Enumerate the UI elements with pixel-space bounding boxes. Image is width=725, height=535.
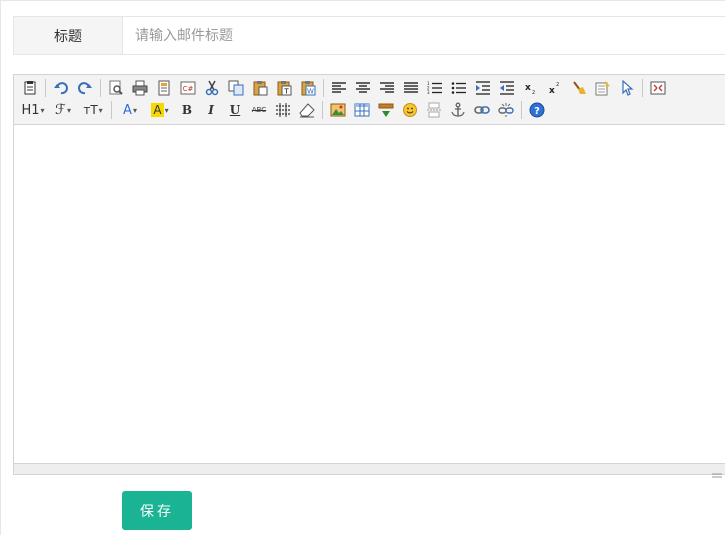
insert-table-icon[interactable] <box>352 100 372 120</box>
strikethrough-button[interactable]: ABC <box>249 100 269 120</box>
underline-button[interactable]: U <box>225 100 245 120</box>
superscript-icon[interactable]: x2 <box>545 78 565 98</box>
svg-text:x: x <box>549 86 555 96</box>
redo-icon[interactable] <box>75 78 95 98</box>
svg-text:?: ? <box>534 106 540 117</box>
link-icon[interactable] <box>472 100 492 120</box>
toolbar-separator <box>642 79 643 97</box>
toolbar-separator <box>111 101 112 119</box>
page-break-icon[interactable] <box>424 100 444 120</box>
bold-label: B <box>181 103 193 117</box>
preview-icon[interactable] <box>106 78 126 98</box>
source-icon[interactable] <box>20 78 40 98</box>
italic-label: I <box>208 103 214 117</box>
title-input[interactable] <box>123 17 725 54</box>
save-button[interactable]: 保存 <box>122 491 192 530</box>
print-icon[interactable] <box>130 78 150 98</box>
align-justify-icon[interactable] <box>401 78 421 98</box>
toolbar-separator <box>521 101 522 119</box>
bold-button[interactable]: B <box>177 100 197 120</box>
forecolor-label: A <box>123 102 132 118</box>
rich-text-editor: C# T W 1 2 3 x 2 x 2 H1 ▾ ℱ ▾ ᴛT ▾ A ▾ A… <box>13 74 725 478</box>
svg-text:2: 2 <box>556 82 559 88</box>
indent-icon[interactable] <box>473 78 493 98</box>
clear-format-icon[interactable] <box>569 78 589 98</box>
backcolor-button[interactable]: A ▾ <box>147 100 173 120</box>
fullscreen-icon[interactable] <box>648 78 668 98</box>
strikethrough-label: ABC <box>251 106 267 114</box>
svg-text:x: x <box>525 83 531 93</box>
backcolor-label: A <box>151 103 164 117</box>
font-size-label: ᴛT <box>83 103 98 117</box>
editor-statusbar <box>14 463 725 478</box>
chevron-down-icon: ▾ <box>67 105 72 115</box>
align-right-icon[interactable] <box>377 78 397 98</box>
toolbar-separator <box>45 79 46 97</box>
editor-content[interactable] <box>14 125 725 463</box>
resize-handle-icon[interactable] <box>712 465 722 478</box>
insert-image-icon[interactable] <box>328 100 348 120</box>
align-left-icon[interactable] <box>329 78 349 98</box>
chevron-down-icon: ▾ <box>132 105 137 115</box>
chevron-down-icon: ▾ <box>40 105 45 115</box>
chevron-down-icon: ▾ <box>164 105 169 115</box>
italic-button[interactable]: I <box>201 100 221 120</box>
help-icon[interactable]: ? <box>527 100 547 120</box>
copy-icon[interactable] <box>226 78 246 98</box>
unordered-list-icon[interactable] <box>449 78 469 98</box>
editor-toolbar: C# T W 1 2 3 x 2 x 2 H1 ▾ ℱ ▾ ᴛT ▾ A ▾ A… <box>14 75 725 125</box>
title-row: 标题 <box>13 16 725 55</box>
emoji-icon[interactable] <box>400 100 420 120</box>
heading-dropdown[interactable]: H1 ▾ <box>20 100 46 120</box>
unlink-icon[interactable] <box>496 100 516 120</box>
outdent-icon[interactable] <box>497 78 517 98</box>
chevron-down-icon: ▾ <box>98 105 103 115</box>
cut-icon[interactable] <box>202 78 222 98</box>
page: 标题 请输入邮件标题 C# T W 1 2 3 x 2 x 2 H1 ▾ ℱ ▾… <box>0 0 725 535</box>
paste-text-icon[interactable]: T <box>274 78 294 98</box>
horizontal-rule-icon[interactable] <box>273 100 293 120</box>
toolbar-row-2: H1 ▾ ℱ ▾ ᴛT ▾ A ▾ A ▾ B I U ABC ? <box>18 99 721 121</box>
heading-label: H1 <box>21 102 40 118</box>
svg-text:T: T <box>283 88 289 96</box>
eraser-icon[interactable] <box>297 100 317 120</box>
toolbar-row-1: C# T W 1 2 3 x 2 x 2 <box>18 77 721 99</box>
select-all-icon[interactable] <box>593 78 613 98</box>
svg-text:W: W <box>307 88 314 96</box>
undo-icon[interactable] <box>51 78 71 98</box>
title-label: 标题 <box>14 17 123 54</box>
font-family-dropdown[interactable]: ℱ ▾ <box>50 100 76 120</box>
font-family-label: ℱ <box>54 102 66 118</box>
template-icon[interactable] <box>154 78 174 98</box>
underline-label: U <box>229 103 241 117</box>
font-size-dropdown[interactable]: ᴛT ▾ <box>80 100 106 120</box>
toolbar-separator <box>100 79 101 97</box>
svg-text:3: 3 <box>427 90 430 95</box>
forecolor-button[interactable]: A ▾ <box>117 100 143 120</box>
subscript-icon[interactable]: x2 <box>521 78 541 98</box>
anchor-icon[interactable] <box>448 100 468 120</box>
svg-text:2: 2 <box>532 90 535 96</box>
toolbar-separator <box>323 79 324 97</box>
cursor-icon[interactable] <box>617 78 637 98</box>
svg-text:C#: C# <box>183 85 194 93</box>
align-center-icon[interactable] <box>353 78 373 98</box>
insert-row-icon[interactable] <box>376 100 396 120</box>
toolbar-separator <box>322 101 323 119</box>
paste-word-icon[interactable]: W <box>298 78 318 98</box>
ordered-list-icon[interactable]: 123 <box>425 78 445 98</box>
paste-icon[interactable] <box>250 78 270 98</box>
code-icon[interactable]: C# <box>178 78 198 98</box>
